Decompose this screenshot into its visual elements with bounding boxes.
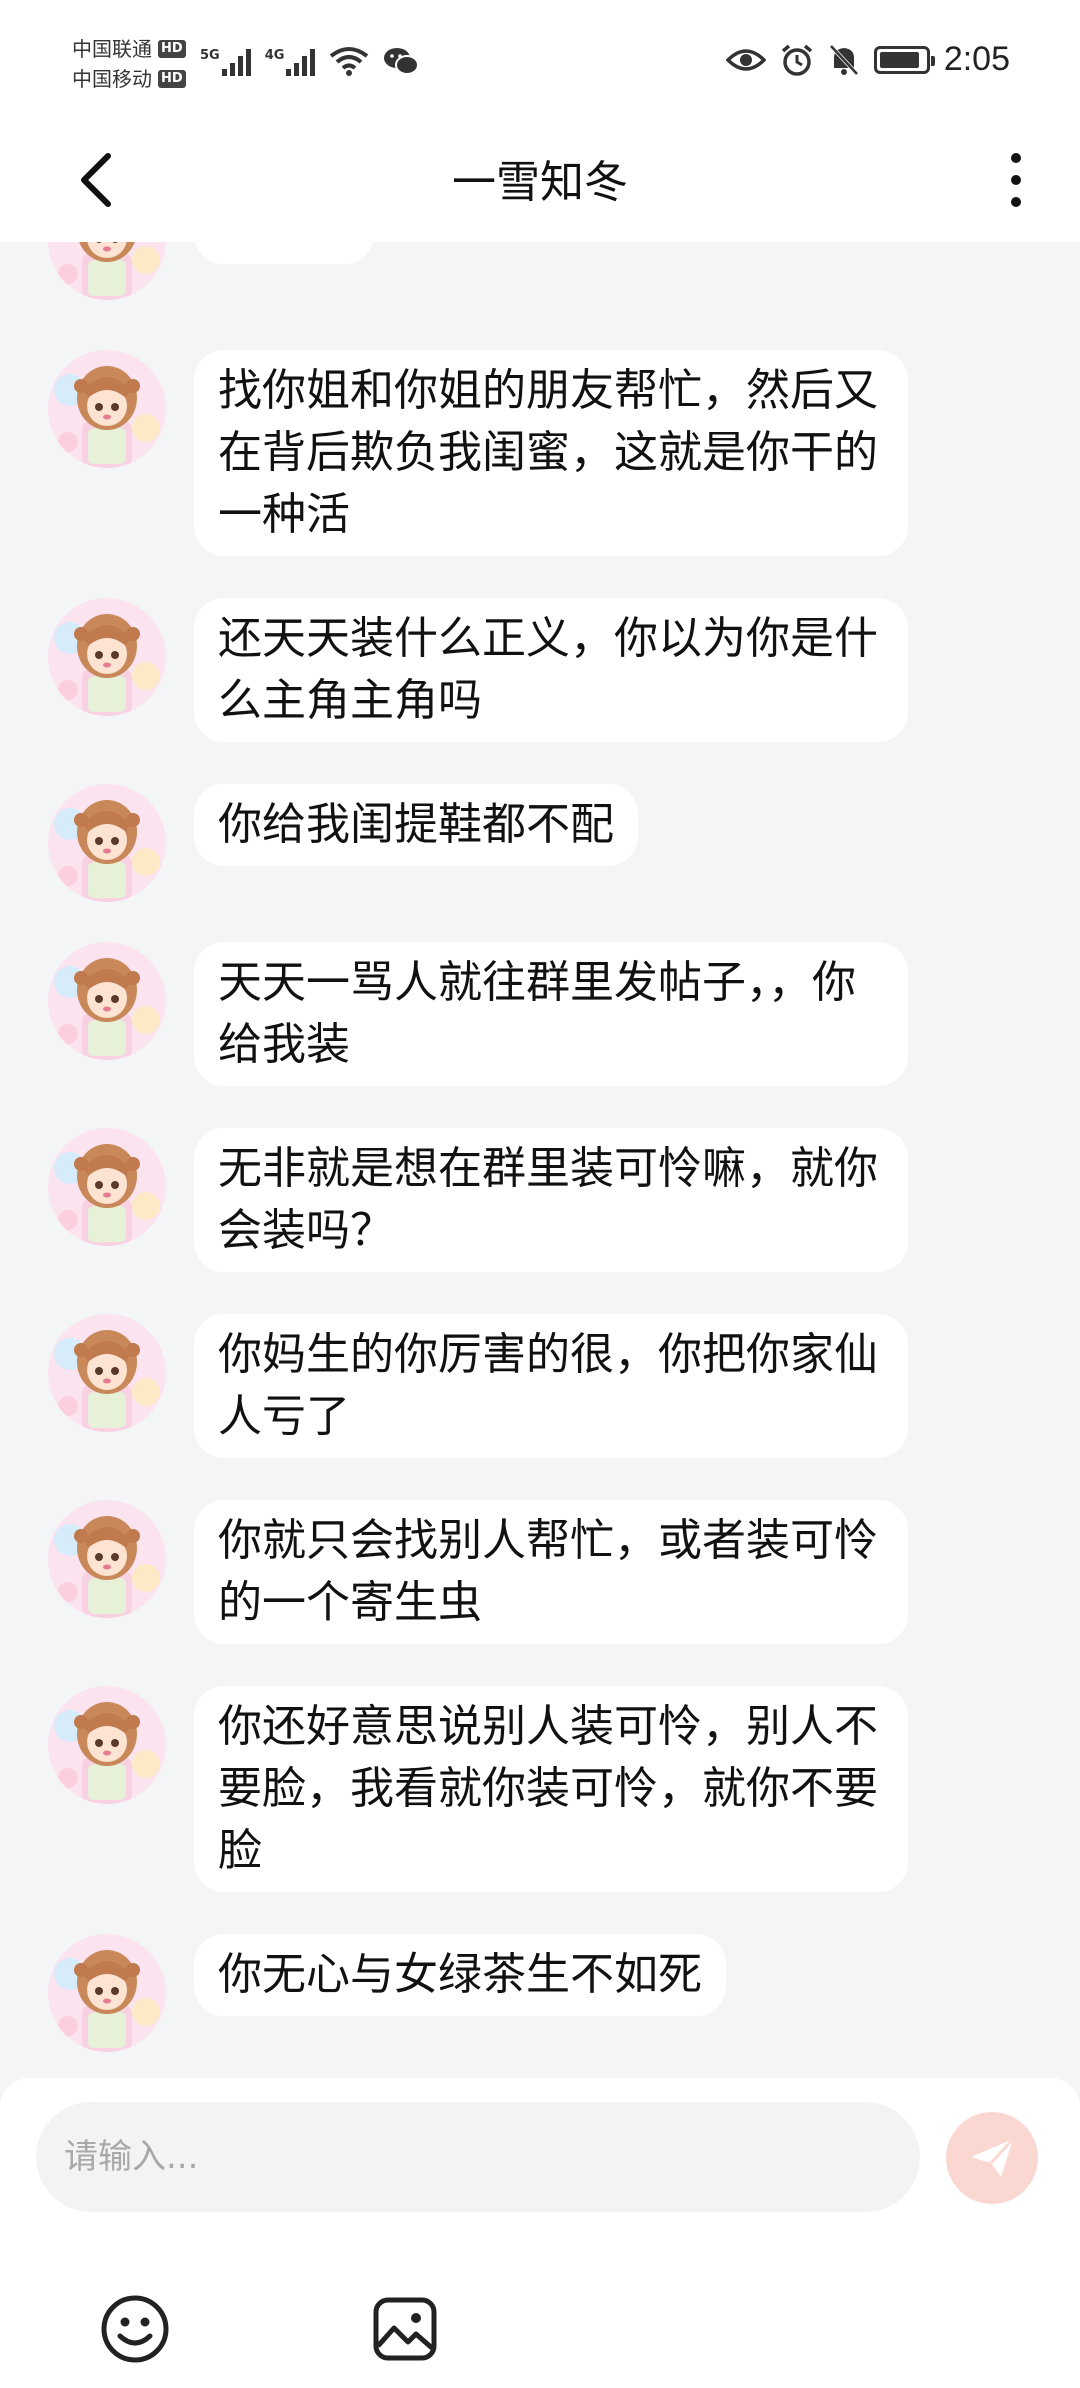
contact-avatar[interactable]: [48, 1314, 166, 1432]
clock: 2:05: [943, 40, 1010, 78]
carrier-1: 中国联通 HD: [72, 34, 186, 64]
status-right: 2:05: [725, 40, 1010, 79]
wifi-icon: [330, 47, 369, 76]
network-indicators: 5G 4G: [200, 46, 420, 76]
composer: [0, 2078, 1080, 2388]
message-bubble[interactable]: 还天天装什么正义，你以为你是什么主角主角吗: [194, 598, 908, 742]
battery-icon: [873, 45, 935, 74]
more-vertical-icon: [1011, 153, 1021, 163]
send-button[interactable]: [946, 2112, 1038, 2204]
contact-avatar[interactable]: [48, 1500, 166, 1618]
message-bubble[interactable]: 你给我闺提鞋都不配: [194, 784, 638, 866]
hd-badge: HD: [158, 70, 186, 88]
message-bubble[interactable]: 无非就是想在群里装可怜嘛，就你会装吗？: [194, 1128, 908, 1272]
status-bar: 中国联通 HD 中国移动 HD 5G 4G 2:05: [0, 0, 1080, 118]
hd-badge: HD: [158, 40, 186, 58]
carrier-1-name: 中国联通: [72, 37, 152, 61]
signal-4g: 4G: [265, 48, 316, 76]
carrier-2-name: 中国移动: [72, 67, 152, 91]
signal-bars-icon: [286, 48, 316, 76]
eye-icon: [725, 48, 766, 71]
contact-avatar[interactable]: [48, 1686, 166, 1804]
message-bubble[interactable]: 比如你: [194, 242, 374, 264]
message-bubble[interactable]: 你就只会找别人帮忙，或者装可怜的一个寄生虫: [194, 1500, 908, 1644]
message-input[interactable]: [36, 2102, 920, 2212]
message-bubble[interactable]: 找你姐和你姐的朋友帮忙，然后又在背后欺负我闺蜜，这就是你干的一种活: [194, 350, 908, 556]
message-bubble[interactable]: 你还好意思说别人装可怜，别人不要脸，我看就你装可怜，就你不要脸: [194, 1686, 908, 1892]
chat-title: 一雪知冬: [452, 157, 628, 208]
more-options-button[interactable]: [996, 140, 1036, 220]
send-plane-icon: [971, 2137, 1015, 2177]
contact-avatar[interactable]: [48, 1128, 166, 1246]
network-type-5g: 5G: [200, 48, 220, 63]
contact-avatar[interactable]: [48, 242, 166, 300]
network-type-4g: 4G: [264, 48, 285, 63]
contact-avatar[interactable]: [48, 784, 166, 902]
message-bubble[interactable]: 你无心与女绿茶生不如死: [194, 1934, 726, 2016]
contact-avatar[interactable]: [48, 942, 166, 1060]
carrier-2: 中国移动 HD: [72, 64, 186, 94]
contact-avatar[interactable]: [48, 598, 166, 716]
message-bubble[interactable]: 天天一骂人就往群里发帖子，，你给我装: [194, 942, 908, 1086]
signal-5g: 5G: [200, 48, 251, 76]
message-list[interactable]: 比如你 找你姐和你姐的朋友帮忙，然后又在背后欺负我闺蜜，这就是你干的一种活 还天…: [0, 242, 1080, 2078]
contact-avatar[interactable]: [48, 1934, 166, 2052]
contact-avatar[interactable]: [48, 350, 166, 468]
signal-bars-icon: [221, 48, 251, 76]
wechat-icon: [384, 48, 420, 75]
alarm-icon: [781, 44, 812, 76]
smiley-icon[interactable]: [100, 2294, 170, 2364]
carrier-info: 中国联通 HD 中国移动 HD: [72, 34, 186, 94]
image-icon[interactable]: [372, 2296, 438, 2362]
chat-header: 一雪知冬: [0, 118, 1080, 242]
message-bubble[interactable]: 你妈生的你厉害的很，你把你家仙人亏了: [194, 1314, 908, 1458]
mute-bell-icon: [829, 44, 859, 75]
